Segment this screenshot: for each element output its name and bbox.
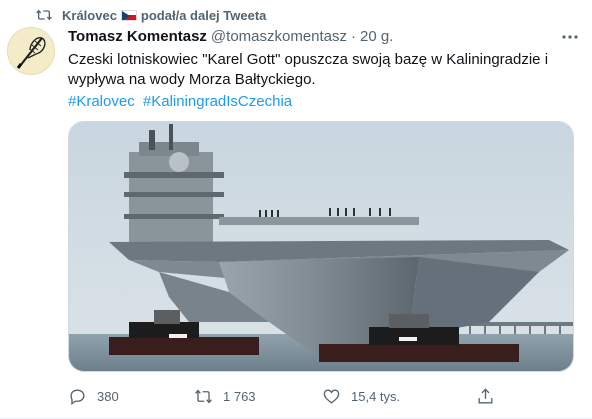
retweet-icon <box>36 9 52 21</box>
like-button[interactable]: 15,4 tys. <box>322 384 400 408</box>
czech-flag-icon <box>120 9 137 21</box>
retweet-count: 1 763 <box>223 388 256 404</box>
tweet-media-image[interactable] <box>68 121 574 372</box>
separator-dot: · <box>351 28 357 45</box>
author-handle[interactable]: @tomaszkomentasz <box>211 28 347 45</box>
tweet-header: Tomasz Komentasz @tomaszkomentasz · 20 g… <box>68 28 393 45</box>
tweet-actions: 380 1 763 15,4 tys. <box>68 384 574 408</box>
tweet-text: Czeski lotniskowiec "Karel Gott" opuszcz… <box>68 51 549 88</box>
retweet-button[interactable]: 1 763 <box>194 384 256 408</box>
aircraft-carrier-photo <box>69 122 573 371</box>
hashtag-list: #Kralovec #KaliningradIsCzechia <box>68 92 296 112</box>
retweet-icon <box>195 389 212 403</box>
retweeter-name[interactable]: Královec <box>62 8 117 23</box>
share-button[interactable] <box>476 384 495 408</box>
author-name[interactable]: Tomasz Komentasz <box>68 28 207 45</box>
retweet-banner: Královec podał/a dalej Tweeta <box>36 7 266 23</box>
retweet-suffix: podał/a dalej Tweeta <box>140 7 267 23</box>
reply-button[interactable]: 380 <box>68 384 119 408</box>
tweet-time[interactable]: 20 g. <box>360 28 393 45</box>
hashtag-link[interactable]: #KaliningradIsCzechia <box>143 93 292 110</box>
heart-icon <box>323 388 340 404</box>
reply-count: 380 <box>97 388 119 404</box>
more-options-icon[interactable] <box>560 30 580 44</box>
tweet[interactable]: Královec podał/a dalej Tweeta Tomasz Kom… <box>0 0 592 419</box>
hashtag-link[interactable]: #Kralovec <box>68 93 135 110</box>
reply-icon <box>70 388 85 405</box>
avatar[interactable] <box>7 27 55 75</box>
share-icon <box>478 387 493 404</box>
quill-pen-icon <box>8 28 54 74</box>
like-count: 15,4 tys. <box>351 388 401 404</box>
